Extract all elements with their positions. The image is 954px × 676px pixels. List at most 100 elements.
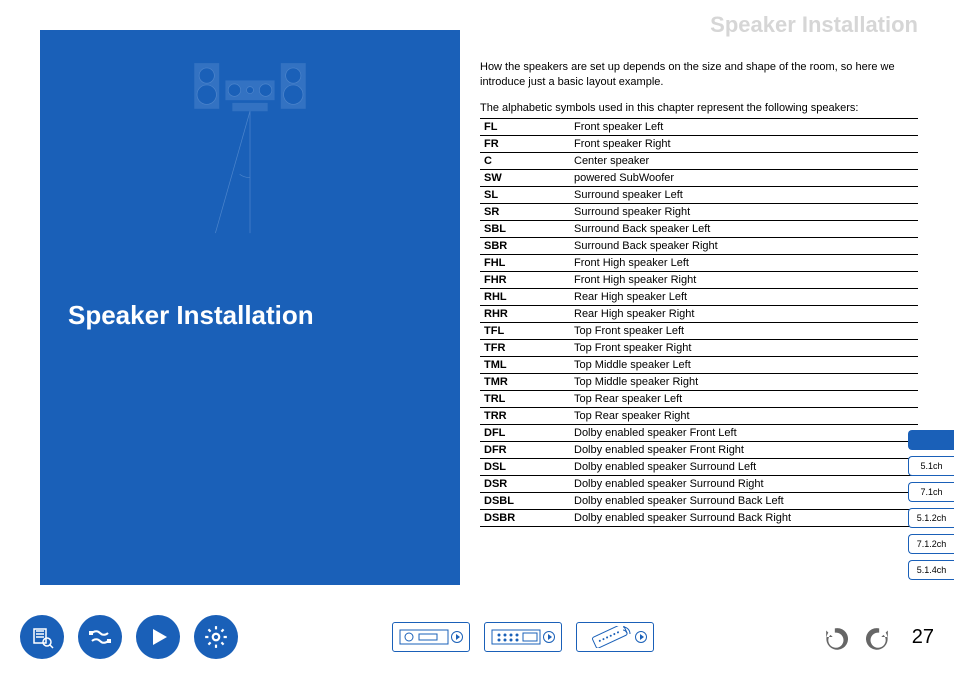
receiver-back-button[interactable] — [484, 622, 562, 652]
speaker-code: TRL — [480, 391, 570, 408]
speaker-code: DSL — [480, 459, 570, 476]
speaker-name: Top Middle speaker Right — [570, 374, 918, 391]
receiver-front-button[interactable] — [392, 622, 470, 652]
speaker-code: RHR — [480, 306, 570, 323]
tab-7.1.2ch[interactable]: 7.1.2ch — [908, 534, 954, 554]
table-row: TFLTop Front speaker Left — [480, 323, 918, 340]
receiver-back-icon — [491, 627, 541, 647]
table-row: DSBRDolby enabled speaker Surround Back … — [480, 510, 918, 527]
speaker-name: Top Rear speaker Left — [570, 391, 918, 408]
table-row: SWpowered SubWoofer — [480, 170, 918, 187]
speaker-name: powered SubWoofer — [570, 170, 918, 187]
table-row: DFLDolby enabled speaker Front Left — [480, 425, 918, 442]
table-row: DFRDolby enabled speaker Front Right — [480, 442, 918, 459]
speaker-code: FL — [480, 119, 570, 136]
speaker-code: TFR — [480, 340, 570, 357]
tab-current[interactable] — [908, 430, 954, 450]
tab-5.1ch[interactable]: 5.1ch — [908, 456, 954, 476]
illustration-panel: Speaker Installation — [40, 30, 460, 585]
arrow-icon — [635, 631, 647, 643]
page-title: Speaker Installation — [710, 12, 918, 38]
speaker-name: Rear High speaker Left — [570, 289, 918, 306]
arrow-icon — [543, 631, 555, 643]
speaker-code: SBR — [480, 238, 570, 255]
connections-button[interactable] — [78, 615, 122, 659]
table-row: TMLTop Middle speaker Left — [480, 357, 918, 374]
settings-button[interactable] — [194, 615, 238, 659]
speaker-name: Dolby enabled speaker Front Left — [570, 425, 918, 442]
prev-page-button[interactable] — [822, 622, 852, 652]
table-row: DSRDolby enabled speaker Surround Right — [480, 476, 918, 493]
table-row: TFRTop Front speaker Right — [480, 340, 918, 357]
speaker-code: FR — [480, 136, 570, 153]
table-row: RHLRear High speaker Left — [480, 289, 918, 306]
speaker-name: Front speaker Left — [570, 119, 918, 136]
speaker-code: DFR — [480, 442, 570, 459]
speaker-code: TRR — [480, 408, 570, 425]
table-row: TMRTop Middle speaker Right — [480, 374, 918, 391]
prev-icon — [824, 624, 850, 650]
speaker-code: RHL — [480, 289, 570, 306]
speaker-layout-illustration — [90, 60, 410, 240]
channel-tabs: 5.1ch 7.1ch 5.1.2ch 7.1.2ch 5.1.4ch — [908, 430, 954, 580]
speaker-name: Surround Back speaker Left — [570, 221, 918, 238]
next-page-button[interactable] — [862, 622, 892, 652]
speaker-code: SW — [480, 170, 570, 187]
speaker-name: Front High speaker Left — [570, 255, 918, 272]
table-row: SRSurround speaker Right — [480, 204, 918, 221]
speaker-symbol-table: FLFront speaker LeftFRFront speaker Righ… — [480, 118, 918, 527]
table-row: TRLTop Rear speaker Left — [480, 391, 918, 408]
speaker-name: Dolby enabled speaker Surround Back Righ… — [570, 510, 918, 527]
page: Speaker Installation — [0, 0, 954, 676]
speaker-name: Surround speaker Right — [570, 204, 918, 221]
table-row: FLFront speaker Left — [480, 119, 918, 136]
speaker-name: Top Rear speaker Right — [570, 408, 918, 425]
panel-heading: Speaker Installation — [68, 300, 314, 331]
receiver-front-icon — [399, 627, 449, 647]
tab-7.1ch[interactable]: 7.1ch — [908, 482, 954, 502]
intro-text: How the speakers are set up depends on t… — [480, 60, 920, 126]
speaker-name: Rear High speaker Right — [570, 306, 918, 323]
tab-5.1.4ch[interactable]: 5.1.4ch — [908, 560, 954, 580]
table-row: TRRTop Rear speaker Right — [480, 408, 918, 425]
table-row: SBRSurround Back speaker Right — [480, 238, 918, 255]
speaker-code: TML — [480, 357, 570, 374]
speaker-name: Center speaker — [570, 153, 918, 170]
speaker-code: TFL — [480, 323, 570, 340]
arrow-icon — [451, 631, 463, 643]
play-button[interactable] — [136, 615, 180, 659]
bottom-toolbar: 27 — [20, 612, 934, 662]
speaker-code: FHR — [480, 272, 570, 289]
speaker-name: Top Front speaker Right — [570, 340, 918, 357]
speaker-name: Surround Back speaker Right — [570, 238, 918, 255]
speaker-code: SR — [480, 204, 570, 221]
tab-5.1.2ch[interactable]: 5.1.2ch — [908, 508, 954, 528]
speaker-name: Surround speaker Left — [570, 187, 918, 204]
speaker-name: Top Middle speaker Left — [570, 357, 918, 374]
speaker-name: Dolby enabled speaker Surround Left — [570, 459, 918, 476]
speaker-code: SBL — [480, 221, 570, 238]
table-row: SBLSurround Back speaker Left — [480, 221, 918, 238]
table-row: CCenter speaker — [480, 153, 918, 170]
manual-icon — [30, 625, 54, 649]
speaker-code: FHL — [480, 255, 570, 272]
page-number: 27 — [912, 626, 934, 649]
manual-button[interactable] — [20, 615, 64, 659]
page-nav: 27 — [822, 622, 934, 652]
table-row: SLSurround speaker Left — [480, 187, 918, 204]
table-row: RHRRear High speaker Right — [480, 306, 918, 323]
remote-icon — [583, 626, 633, 648]
speaker-name: Dolby enabled speaker Front Right — [570, 442, 918, 459]
speaker-code: TMR — [480, 374, 570, 391]
cables-icon — [88, 625, 112, 649]
table-row: FHRFront High speaker Right — [480, 272, 918, 289]
table-row: FHLFront High speaker Left — [480, 255, 918, 272]
next-icon — [864, 624, 890, 650]
intro-p1: How the speakers are set up depends on t… — [480, 60, 920, 91]
remote-button[interactable] — [576, 622, 654, 652]
play-icon — [146, 625, 170, 649]
speaker-name: Dolby enabled speaker Surround Back Left — [570, 493, 918, 510]
speaker-name: Top Front speaker Left — [570, 323, 918, 340]
speaker-name: Front speaker Right — [570, 136, 918, 153]
speaker-code: C — [480, 153, 570, 170]
